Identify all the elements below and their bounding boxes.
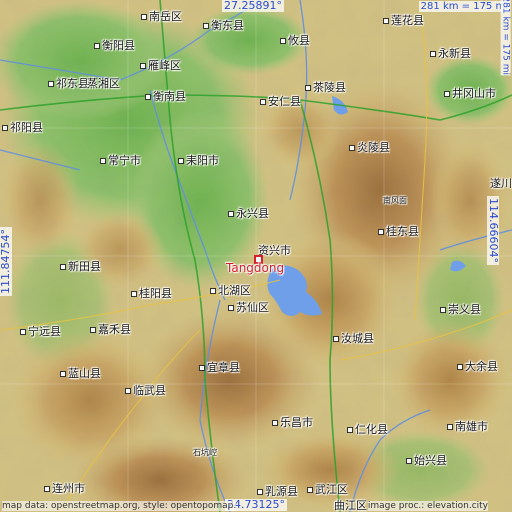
label-wujiang: 武江区	[307, 484, 348, 496]
attribution-right: image proc.: elevation.city	[367, 501, 488, 511]
label-yizhang: 宜章县	[199, 362, 240, 374]
label-yanling: 炎陵县	[349, 142, 390, 154]
label-suichuan: 遂川	[490, 177, 512, 190]
label-hengnan: 衡南县	[145, 91, 186, 103]
label-anren: 安仁县	[260, 96, 301, 108]
scale-bar-top: 281 km = 175 mi	[418, 1, 510, 12]
label-jinggangshan: 井冈山市	[444, 88, 496, 100]
marker-label-tangdong: Tangdong	[226, 261, 285, 275]
label-nanxiong: 南雄市	[447, 421, 488, 433]
label-changning: 常宁市	[100, 155, 141, 167]
label-xintian: 新田县	[60, 261, 101, 273]
label-nanfengmian: 南风面	[383, 196, 407, 205]
label-yanfeng: 雁峰区	[140, 60, 181, 72]
label-guiyang: 桂阳县	[131, 288, 172, 300]
label-qiyang: 祁阳县	[2, 122, 43, 134]
label-lanshan: 蓝山县	[60, 368, 101, 380]
label-yongxing: 永兴县	[228, 208, 269, 220]
coord-east: 114.66604°	[487, 196, 500, 265]
label-qujiang: 曲江区	[334, 499, 367, 512]
label-qidong: 祁东县	[48, 78, 89, 90]
label-youxian: 攸县	[280, 35, 310, 47]
label-lianhua: 莲花县	[383, 15, 424, 27]
label-rucheng: 汝城县	[333, 333, 374, 345]
label-lianzhou: 连州市	[44, 483, 85, 495]
label-chongyi: 崇义县	[440, 304, 481, 316]
label-hengdong: 衡东县	[203, 20, 244, 32]
scale-bar-right: 281 km = 175 mi	[501, 0, 511, 75]
label-jiahe: 嘉禾县	[90, 324, 131, 336]
label-chaling: 茶陵县	[305, 82, 346, 94]
label-yongxin: 永新县	[430, 48, 471, 60]
label-guidong: 桂东县	[378, 226, 419, 238]
label-beihu: 北湖区	[210, 285, 251, 297]
label-dayu: 大余县	[457, 361, 498, 373]
label-suxian: 苏仙区	[228, 302, 269, 314]
label-hengyang: 衡阳县	[94, 40, 135, 52]
topographic-map[interactable]: 南岳区 衡东县 莲花县 衡阳县 攸县 永新县 雁峰区 祁东县 蒸湘区 茶陵县 井…	[0, 0, 512, 512]
label-nanyue: 南岳区	[141, 11, 182, 23]
label-renhua: 仁化县	[347, 424, 388, 436]
coord-north: 27.25891°	[222, 0, 284, 12]
label-ruyuan: 乳源县	[257, 486, 298, 498]
label-linwu: 临武县	[125, 385, 166, 397]
coord-west: 111.84754°	[0, 227, 12, 296]
label-ningyuan: 宁远县	[20, 326, 61, 338]
label-shikengkong: 石坑崆	[193, 448, 217, 457]
attribution-left: map data: openstreetmap.org, style: open…	[2, 501, 237, 511]
label-zhengxiang: 蒸湘区	[87, 77, 120, 90]
label-lechang: 乐昌市	[272, 417, 313, 429]
label-shixing: 始兴县	[406, 455, 447, 467]
label-leiyang: 耒阳市	[178, 155, 219, 167]
